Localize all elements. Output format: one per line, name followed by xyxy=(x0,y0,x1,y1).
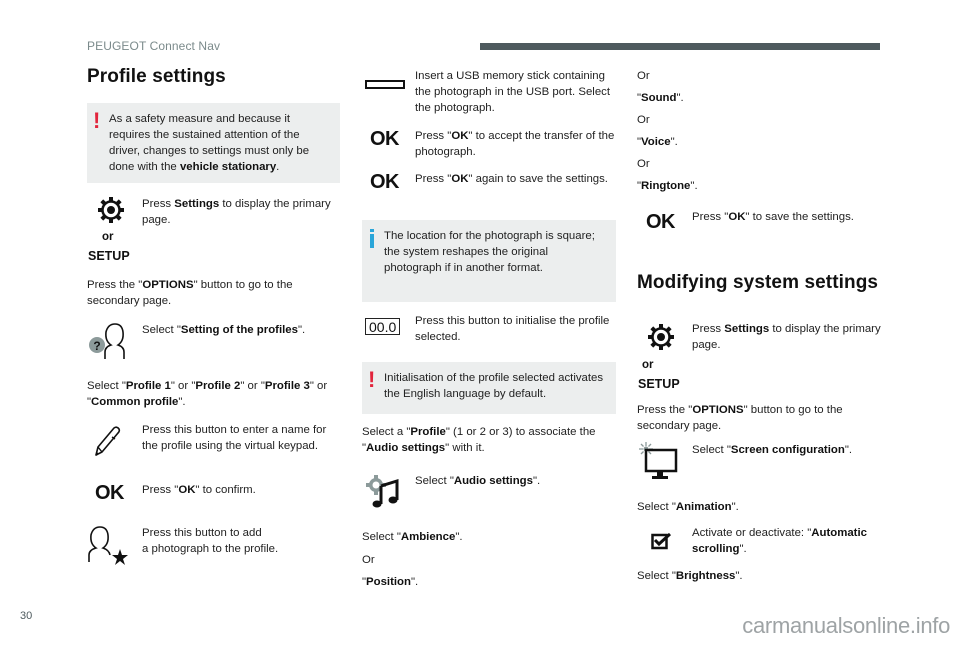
auto-scroll-text: Activate or deactivate: "Automatic scrol… xyxy=(692,527,867,555)
ok-save-step: OK Press "OK" again to save the settings… xyxy=(362,171,616,205)
gear-icon[interactable] xyxy=(97,196,125,229)
page-number: 30 xyxy=(20,610,33,622)
ok-accept-text: Press "OK" to accept the transfer of the… xyxy=(415,130,615,158)
exclamation-icon: ! xyxy=(93,108,101,133)
reset-profile-step: 00.0 Press this button to initialise the… xyxy=(362,313,616,347)
profile-star-icon[interactable] xyxy=(87,525,133,570)
ok-confirm-text: Press "OK" to confirm. xyxy=(142,484,256,496)
or-label: or xyxy=(102,231,114,243)
ambience-text: Select "Ambience". xyxy=(362,531,463,543)
rename-step-text: Press this button to enter a name for th… xyxy=(142,424,327,452)
warning-note: ! Initialisation of the profile selected… xyxy=(362,362,616,414)
screen-config-icon[interactable] xyxy=(637,441,681,486)
screen-config-step: Select "Screen configuration". xyxy=(637,441,890,485)
add-photo-step: Press this button to add a photograph to … xyxy=(87,525,340,565)
or-text: Or xyxy=(637,158,650,170)
ok-confirm-step: OK Press "OK" to confirm. xyxy=(87,482,340,508)
section-title-profile-settings: Profile settings xyxy=(87,66,226,87)
audio-settings-icon[interactable] xyxy=(364,473,404,514)
reset-button-icon[interactable]: 00.0 xyxy=(365,318,401,335)
usb-step: Insert a USB memory stick containing the… xyxy=(362,68,616,118)
setup-button-label[interactable]: SETUP xyxy=(638,376,680,392)
header-bar xyxy=(480,43,880,50)
ok-button-icon[interactable]: OK xyxy=(95,483,125,503)
checkbox-icon[interactable] xyxy=(651,532,673,555)
usb-step-text: Insert a USB memory stick containing the… xyxy=(415,70,611,114)
profile-question-icon[interactable]: ? xyxy=(87,322,131,367)
reset-profile-text: Press this button to initialise the prof… xyxy=(415,315,610,343)
or-text: Or xyxy=(637,114,650,126)
ok-save-step: OK Press "OK" to save the settings. xyxy=(637,209,890,239)
profiles-step: ? Select "Setting of the profiles". xyxy=(87,322,340,362)
info-icon xyxy=(370,229,375,249)
warning-text: Initialisation of the profile selected a… xyxy=(384,372,604,400)
brightness-text: Select "Brightness". xyxy=(637,570,743,582)
settings-step: or SETUP Press Settings to display the p… xyxy=(87,196,340,266)
pencil-icon[interactable] xyxy=(92,424,122,463)
ok-button-icon[interactable]: OK xyxy=(370,129,400,149)
options-step-text: Press the "OPTIONS" button to go to the … xyxy=(87,279,293,307)
ok-save-text: Press "OK" to save the settings. xyxy=(692,211,854,223)
info-note: The location for the photograph is squar… xyxy=(362,220,616,302)
voice-text: "Voice". xyxy=(637,136,678,148)
or-label: or xyxy=(642,359,654,371)
or-text: Or xyxy=(637,70,650,82)
ok-save-text: Press "OK" again to save the settings. xyxy=(415,173,608,185)
watermark: carmanualsonline.info xyxy=(742,613,950,638)
sound-text: "Sound". xyxy=(637,92,684,104)
auto-scroll-step: Activate or deactivate: "Automatic scrol… xyxy=(637,525,890,559)
section-title-system-settings: Modifying system settings xyxy=(637,272,879,293)
audio-settings-step: Select "Audio settings". xyxy=(362,473,616,513)
ok-button-icon[interactable]: OK xyxy=(646,212,676,232)
ok-button-icon[interactable]: OK xyxy=(370,172,400,192)
options-step-text: Press the "OPTIONS" button to go to the … xyxy=(637,404,843,432)
settings-step: or SETUP Press Settings to display the p… xyxy=(637,321,890,391)
screen-config-text: Select "Screen configuration". xyxy=(692,444,853,456)
setup-button-label[interactable]: SETUP xyxy=(88,248,130,264)
add-photo-text: Press this button to add a photograph to … xyxy=(142,527,279,555)
position-text: "Position". xyxy=(362,576,419,588)
select-profile-text: Select "Profile 1" or "Profile 2" or "Pr… xyxy=(87,380,328,408)
settings-step-text: Press Settings to display the primary pa… xyxy=(142,198,331,226)
info-note-text: The location for the photograph is squar… xyxy=(384,230,595,274)
document-header-title: PEUGEOT Connect Nav xyxy=(87,39,221,53)
animation-text: Select "Animation". xyxy=(637,501,739,513)
audio-settings-text: Select "Audio settings". xyxy=(415,475,541,487)
gear-icon[interactable] xyxy=(647,323,675,356)
rename-step: Press this button to enter a name for th… xyxy=(87,422,340,462)
settings-step-text: Press Settings to display the primary pa… xyxy=(692,323,881,351)
profiles-step-text: Select "Setting of the profiles". xyxy=(142,324,306,336)
warning-text: As a safety measure and because it requi… xyxy=(109,113,310,173)
exclamation-icon: ! xyxy=(368,367,376,392)
usb-port-icon xyxy=(365,80,405,89)
warning-note: ! As a safety measure and because it req… xyxy=(87,103,340,183)
ringtone-text: "Ringtone". xyxy=(637,180,698,192)
ok-accept-step: OK Press "OK" to accept the transfer of … xyxy=(362,128,616,162)
associate-text: Select a "Profile" (1 or 2 or 3) to asso… xyxy=(362,426,596,454)
svg-text:?: ? xyxy=(93,339,100,353)
or-text: Or xyxy=(362,554,375,566)
